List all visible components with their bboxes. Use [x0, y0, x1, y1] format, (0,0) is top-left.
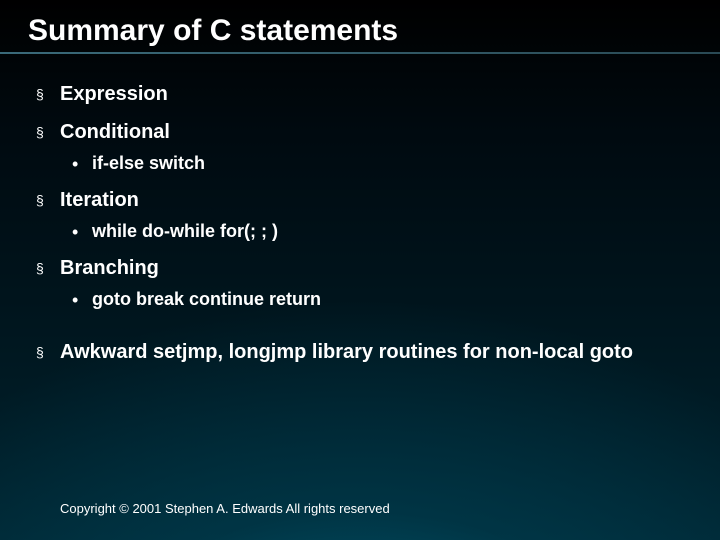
- list-label: Conditional: [60, 120, 170, 144]
- list-label: Iteration: [60, 188, 139, 212]
- list-sublabel: goto break continue return: [92, 288, 321, 310]
- list-sublabel: while do-while for(; ; ): [92, 220, 278, 242]
- section-bullet-icon: §: [36, 188, 46, 212]
- dot-bullet-icon: •: [72, 222, 80, 242]
- section-bullet-icon: §: [36, 256, 46, 280]
- list-label: Branching: [60, 256, 159, 280]
- copyright-notice: Copyright © 2001 Stephen A. Edwards All …: [60, 501, 390, 516]
- section-bullet-icon: §: [36, 82, 46, 106]
- list-item: § Branching: [36, 256, 692, 280]
- list-sublabel: if-else switch: [92, 152, 205, 174]
- section-bullet-icon: §: [36, 120, 46, 144]
- section-bullet-icon: §: [36, 340, 46, 364]
- list-label: Expression: [60, 82, 168, 106]
- list-subitem: • goto break continue return: [72, 288, 692, 310]
- slide: Summary of C statements § Expression § C…: [0, 0, 720, 540]
- list-subitem: • if-else switch: [72, 152, 692, 174]
- list-item: § Expression: [36, 82, 692, 106]
- dot-bullet-icon: •: [72, 290, 80, 310]
- list-label: Awkward setjmp, longjmp library routines…: [60, 340, 633, 364]
- list-item: § Conditional: [36, 120, 692, 144]
- list-subitem: • while do-while for(; ; ): [72, 220, 692, 242]
- slide-title: Summary of C statements: [28, 14, 692, 48]
- dot-bullet-icon: •: [72, 154, 80, 174]
- slide-body: § Expression § Conditional • if-else swi…: [28, 82, 692, 364]
- list-item: § Iteration: [36, 188, 692, 212]
- list-item: § Awkward setjmp, longjmp library routin…: [36, 340, 692, 364]
- title-underline: [0, 52, 720, 54]
